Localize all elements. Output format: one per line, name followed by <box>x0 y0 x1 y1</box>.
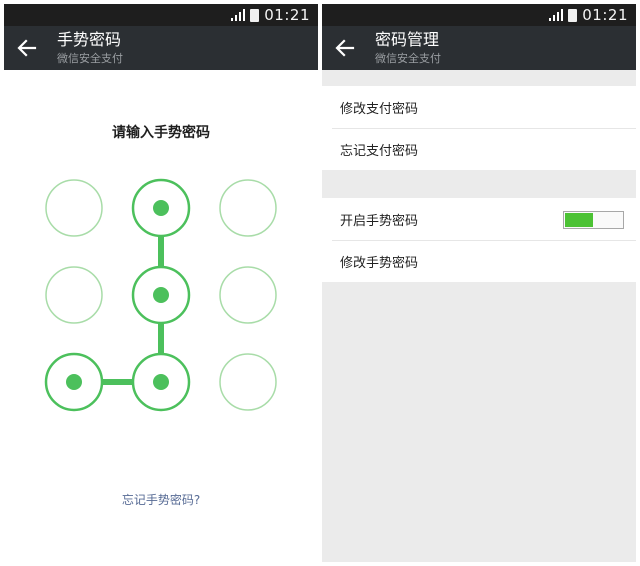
pattern-node-dot <box>153 287 169 303</box>
pattern-node[interactable] <box>219 179 277 237</box>
item-label: 修改支付密码 <box>340 101 419 117</box>
page-subtitle: 微信安全支付 <box>375 52 441 65</box>
gesture-pattern-pad[interactable] <box>4 174 318 424</box>
change-payment-password-item[interactable]: 修改支付密码 <box>322 86 636 128</box>
page-title: 手势密码 <box>57 30 122 49</box>
item-label: 修改手势密码 <box>340 255 419 271</box>
item-label: 忘记支付密码 <box>340 143 419 159</box>
app-bar: 密码管理 微信安全支付 <box>322 26 636 70</box>
password-management-screen: 01:21 密码管理 微信安全支付 修改支付密码 忘记支付密码 开启手势密码 修… <box>322 4 636 562</box>
change-gesture-password-item[interactable]: 修改手势密码 <box>322 240 636 282</box>
pattern-node-dot <box>153 200 169 216</box>
signal-icon <box>549 9 564 21</box>
gesture-password-group: 开启手势密码 修改手势密码 <box>322 198 636 282</box>
pattern-node[interactable] <box>219 266 277 324</box>
forgot-payment-password-item[interactable]: 忘记支付密码 <box>322 128 636 170</box>
status-bar: 01:21 <box>4 4 318 26</box>
gesture-password-toggle[interactable] <box>563 211 624 229</box>
status-time: 01:21 <box>264 6 310 24</box>
status-bar: 01:21 <box>322 4 636 26</box>
pattern-node-dot <box>153 374 169 390</box>
status-time: 01:21 <box>582 6 628 24</box>
back-arrow-icon[interactable] <box>16 37 38 59</box>
pattern-node[interactable] <box>219 353 277 411</box>
app-bar: 手势密码 微信安全支付 <box>4 26 318 70</box>
back-arrow-icon[interactable] <box>334 37 356 59</box>
pattern-node[interactable] <box>45 179 103 237</box>
battery-icon <box>568 8 578 22</box>
page-subtitle: 微信安全支付 <box>57 52 123 65</box>
enable-gesture-password-item[interactable]: 开启手势密码 <box>322 198 636 240</box>
battery-icon <box>250 8 260 22</box>
signal-icon <box>231 9 246 21</box>
page-title: 密码管理 <box>375 30 440 49</box>
payment-password-group: 修改支付密码 忘记支付密码 <box>322 86 636 170</box>
forgot-gesture-password-link[interactable]: 忘记手势密码? <box>4 491 318 508</box>
gesture-password-screen: 01:21 手势密码 微信安全支付 请输入手势密码 忘记手势密码? <box>4 4 318 562</box>
gesture-prompt: 请输入手势密码 <box>112 125 210 141</box>
item-label: 开启手势密码 <box>340 213 419 229</box>
pattern-node[interactable] <box>45 266 103 324</box>
pattern-node-dot <box>66 374 82 390</box>
